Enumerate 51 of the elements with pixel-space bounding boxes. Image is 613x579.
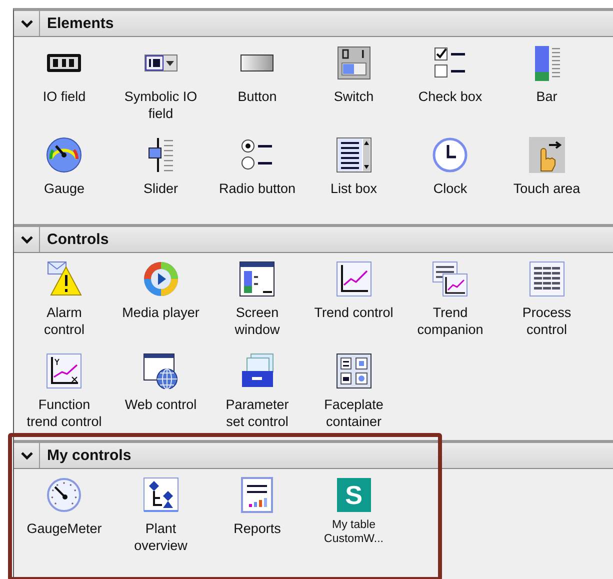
item-label[interactable]: Button [238, 88, 277, 105]
item-label[interactable]: Reports [234, 520, 281, 537]
xy-chart-icon [46, 353, 82, 389]
item-label[interactable]: Web control [124, 396, 197, 413]
logo-icon: S [336, 478, 371, 512]
list-box-icon [336, 137, 372, 173]
item-label[interactable]: Plant overview [134, 520, 188, 554]
warning-icon [46, 261, 82, 297]
item-label[interactable]: Screen window [234, 304, 280, 338]
item-label[interactable]: Alarm control [44, 304, 85, 338]
panel-icon [336, 353, 372, 389]
item-label[interactable]: Check box [418, 88, 482, 105]
chevron-icon [20, 450, 34, 460]
line-chart-icon [336, 261, 372, 297]
hand-pointer-icon [528, 137, 565, 173]
hierarchy-icon [142, 477, 179, 513]
item-label[interactable]: Symbolic IO field [124, 88, 198, 122]
item-label[interactable]: Gauge [44, 180, 85, 197]
window-icon [239, 261, 276, 297]
item-label[interactable]: Clock [433, 180, 468, 197]
play-icon [142, 261, 179, 297]
globe-window-icon [142, 353, 179, 389]
item-label[interactable]: Process control [522, 304, 572, 338]
item-label[interactable]: Bar [536, 88, 558, 105]
item-label[interactable]: My table CustomW... [324, 518, 384, 546]
item-label[interactable]: Parameter set control [226, 396, 289, 430]
gauge-icon [46, 137, 82, 173]
dial-icon [46, 477, 82, 513]
item-label[interactable]: List box [330, 180, 378, 197]
item-label[interactable]: Trend control [314, 304, 394, 321]
section-title: Controls [46, 231, 109, 248]
switch-icon [336, 45, 372, 81]
chevron-icon [20, 18, 34, 28]
file-drawer-icon [239, 353, 276, 389]
section-title: Elements [46, 15, 114, 32]
section-title: My controls [46, 447, 132, 464]
item-label[interactable]: Radio button [218, 180, 296, 197]
item-label[interactable]: IO field [42, 88, 86, 105]
item-label[interactable]: GaugeMeter [26, 520, 102, 537]
item-label[interactable]: Switch [334, 88, 374, 105]
chart-table-icon [432, 261, 468, 297]
table-icon [528, 261, 565, 297]
item-label[interactable]: Function trend control [26, 396, 102, 430]
report-icon [239, 477, 276, 513]
clock-icon [432, 137, 468, 173]
item-label[interactable]: Trend companion [417, 304, 484, 338]
chevron-icon [20, 234, 34, 244]
item-label[interactable]: Faceplate container [324, 396, 384, 430]
item-label[interactable]: Slider [143, 180, 178, 197]
item-label[interactable]: Media player [122, 304, 200, 321]
item-label[interactable]: Touch area [513, 180, 580, 197]
